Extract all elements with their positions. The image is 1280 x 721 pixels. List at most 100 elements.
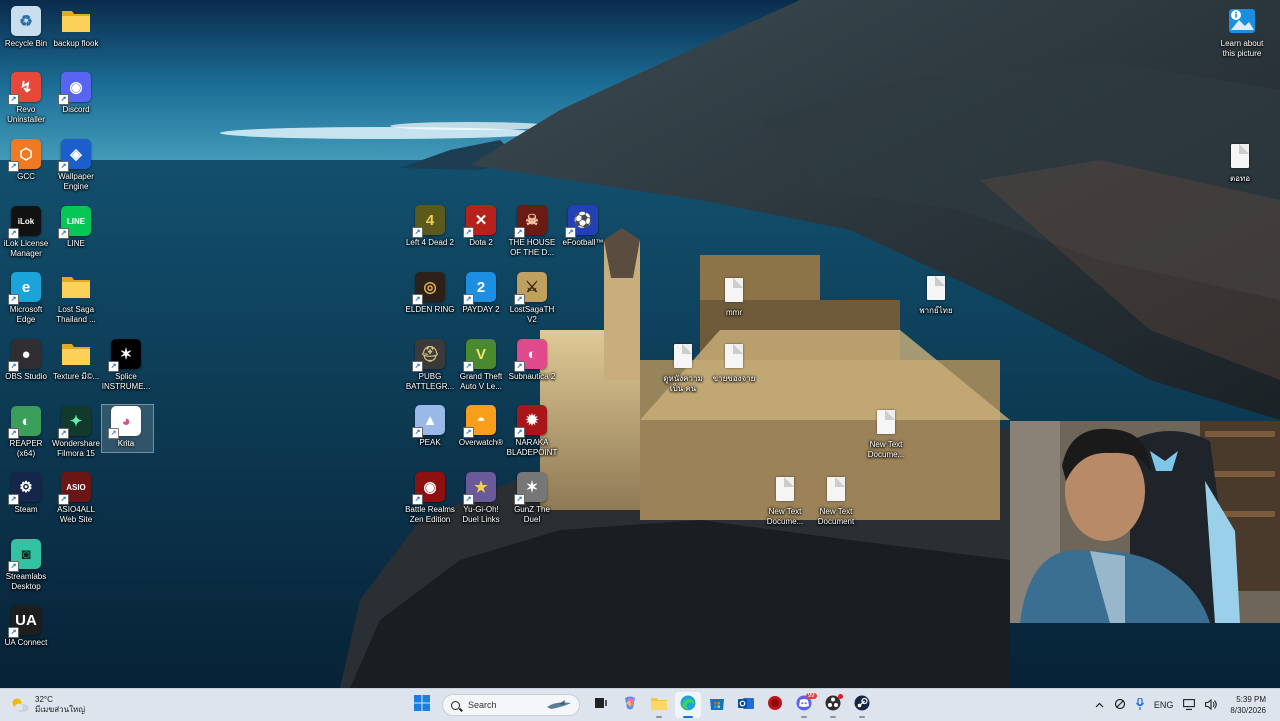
- game-icon-pubg[interactable]: ⛑ ↗ PUBG BATTLEGR...: [404, 339, 456, 392]
- game-icon-gunz[interactable]: ✶ ↗ GunZ The Duel: [506, 472, 558, 525]
- shortcut-arrow-icon: ↗: [514, 227, 525, 238]
- desktop-icon-revo-uninstaller[interactable]: ↯ ↗ Revo Uninstaller: [0, 72, 52, 125]
- icon-label: Left 4 Dead 2: [405, 238, 455, 247]
- paper-shape: [877, 410, 895, 434]
- game-icon-peak[interactable]: ▲ ↗ PEAK: [404, 405, 456, 448]
- icon-label: ASIO4ALL Web Site: [57, 505, 95, 524]
- game-icon-house-of-the-dead[interactable]: ☠ ↗ THE HOUSE OF THE D...: [506, 205, 558, 258]
- file-icon-7[interactable]: ตอทอ: [1214, 141, 1266, 184]
- overwatch-icon: ◓ ↗: [463, 405, 496, 438]
- network-off-icon[interactable]: [1114, 698, 1126, 712]
- steam-button[interactable]: [849, 692, 875, 718]
- file-icon-0[interactable]: mmr: [708, 275, 760, 318]
- desktop-icon-wallpaper-engine[interactable]: ◈ ↗ Wallpaper Engine: [50, 139, 102, 192]
- copilot-button[interactable]: [617, 692, 643, 718]
- active-indicator: [682, 716, 693, 718]
- running-indicator: [800, 716, 807, 718]
- game-icon-efootball[interactable]: ⚽ ↗ eFootball™: [557, 205, 609, 248]
- edge-button[interactable]: [674, 692, 701, 718]
- desktop-icon-discord[interactable]: ◉ ↗ Discord: [50, 72, 102, 115]
- search-placeholder: Search: [468, 700, 497, 710]
- selection-highlight: [101, 404, 154, 453]
- game-icon-overwatch[interactable]: ◓ ↗ Overwatch®: [455, 405, 507, 448]
- file-icon-6[interactable]: New Text Document: [810, 474, 862, 527]
- weather-widget[interactable]: 32°C มีเมฆส่วนใหญ่: [10, 693, 85, 717]
- search-highlight-icon: [545, 699, 573, 713]
- microphone-icon[interactable]: [1135, 697, 1144, 712]
- battle-realms-icon: ◉ ↗: [412, 472, 445, 505]
- obs-recording-dot: [837, 694, 843, 699]
- desktop-icon-folder[interactable]: Texture มี©...: [50, 339, 102, 382]
- shortcut-arrow-icon: ↗: [463, 427, 474, 438]
- game-icon-gta5[interactable]: V ↗ Grand Theft Auto V Le...: [455, 339, 507, 392]
- desktop-icon-recycle-bin[interactable]: ♻ Recycle Bin: [0, 6, 52, 49]
- file-icon-2[interactable]: ขายของจาย: [708, 341, 760, 384]
- desktop-icon-ilok[interactable]: iLok ↗ iLok License Manager: [0, 206, 52, 259]
- display-icon[interactable]: [1183, 698, 1196, 712]
- file-icon-5[interactable]: New Text Docume...: [759, 474, 811, 527]
- icon-label: Wallpaper Engine: [58, 172, 94, 191]
- obs-button[interactable]: [820, 692, 846, 718]
- desktop-icon-streamlabs[interactable]: ◙ ↗ Streamlabs Desktop: [0, 539, 52, 592]
- desktop-icon-asio4all[interactable]: ASIO ↗ ASIO4ALL Web Site: [50, 472, 102, 525]
- shortcut-arrow-icon: ↗: [58, 494, 69, 505]
- desktop-icon-reaper[interactable]: ◐ ↗ REAPER (x64): [0, 406, 52, 459]
- efootball-icon: ⚽ ↗: [565, 205, 598, 238]
- file-icon-4[interactable]: New Text Docume...: [860, 407, 912, 460]
- desktop-icon-folder[interactable]: Lost Saga Thailand ...: [50, 272, 102, 325]
- icon-label: Steam: [14, 505, 38, 514]
- file-explorer-button[interactable]: [646, 692, 672, 718]
- desktop-icon-obs[interactable]: ● ↗ OBS Studio: [0, 339, 52, 382]
- game-icon-lostsaga[interactable]: ⚔ ↗ LostSagaTH V2: [506, 272, 558, 325]
- game-icon-naraka[interactable]: ✹ ↗ NARAKA BLADEPOINT: [506, 405, 558, 458]
- desktop-icon-line[interactable]: LINE ↗ LINE: [50, 206, 102, 249]
- desktop-icon-ua-connect[interactable]: UA ↗ UA Connect: [0, 605, 52, 648]
- learn-about-picture[interactable]: Learn about this picture: [1214, 6, 1270, 59]
- file-label: New Text Document: [817, 507, 855, 526]
- desktop-icon-filmora[interactable]: ✦ ↗ Wondershare Filmora 15: [50, 406, 102, 459]
- game-icon-left4dead2[interactable]: 4 ↗ Left 4 Dead 2: [404, 205, 456, 248]
- store-button[interactable]: [704, 692, 730, 718]
- desktop-icon-steam[interactable]: ⚙ ↗ Steam: [0, 472, 52, 515]
- weather-cloud-icon: [10, 697, 30, 713]
- icon-label: LINE: [67, 239, 85, 248]
- desktop-icon-gcc[interactable]: ⬡ ↗ GCC: [0, 139, 52, 182]
- language-indicator[interactable]: ENG: [1154, 700, 1174, 710]
- shortcut-arrow-icon: ↗: [514, 427, 525, 438]
- icon-label: Dota 2: [469, 238, 493, 247]
- running-indicator: [655, 716, 662, 718]
- ua-connect-icon: UA ↗: [8, 605, 41, 638]
- desktop-icon-folder[interactable]: backup flook: [50, 6, 102, 49]
- volume-icon[interactable]: [1205, 698, 1218, 712]
- desktop-icon-edge[interactable]: e ↗ Microsoft Edge: [0, 272, 52, 325]
- task-view-button[interactable]: [588, 692, 614, 718]
- file-icon-3[interactable]: พากย์ไทย: [910, 273, 962, 316]
- shortcut-arrow-icon: ↗: [58, 228, 69, 239]
- icon-label: Revo Uninstaller: [7, 105, 45, 124]
- record-button[interactable]: [762, 692, 788, 718]
- game-icon-subnautica[interactable]: ◐ ↗ Subnautica 2: [506, 339, 558, 382]
- shortcut-arrow-icon: ↗: [412, 361, 423, 372]
- asio4all-icon: ASIO ↗: [58, 472, 91, 505]
- file-icon-1[interactable]: ดูหนังความเป็น คน: [657, 341, 709, 394]
- paper-shape: [725, 344, 743, 368]
- discord-button[interactable]: 99: [791, 692, 817, 718]
- shortcut-arrow-icon: ↗: [8, 94, 19, 105]
- game-icon-yugioh[interactable]: ★ ↗ Yu-Gi-Oh! Duel Links: [455, 472, 507, 525]
- peak-icon: ▲ ↗: [412, 405, 445, 438]
- game-icon-dota2[interactable]: ✕ ↗ Dota 2: [455, 205, 507, 248]
- game-icon-elden-ring[interactable]: ◎ ↗ ELDEN RING: [404, 272, 456, 315]
- gcc-icon: ⬡ ↗: [8, 139, 41, 172]
- chevron-up-icon[interactable]: [1095, 700, 1104, 710]
- clock-time: 5:39 PM: [1236, 695, 1266, 704]
- search-box[interactable]: Search: [442, 694, 580, 716]
- game-icon-battle-realms[interactable]: ◉ ↗ Battle Realms Zen Edition: [404, 472, 456, 525]
- outlook-button[interactable]: [733, 692, 759, 718]
- game-icon-payday2[interactable]: 2 ↗ PAYDAY 2: [455, 272, 507, 315]
- streamlabs-icon: ◙ ↗: [8, 539, 41, 572]
- start-button[interactable]: [409, 692, 435, 718]
- clock[interactable]: 5:39 PM 8/30/2026: [1230, 694, 1266, 716]
- file-label: New Text Docume...: [766, 507, 804, 526]
- paper-shape: [725, 278, 743, 302]
- desktop-icon-splice[interactable]: ✶ ↗ Splice INSTRUME...: [100, 339, 152, 392]
